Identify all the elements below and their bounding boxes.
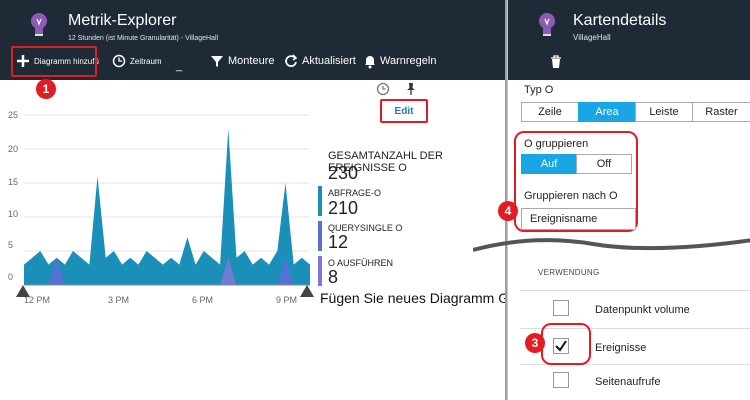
add-chart-note: Fügen Sie neues Diagramm G)	[320, 290, 514, 306]
time-range-button[interactable]: Zeitraum	[112, 50, 162, 72]
usage-item-label: Datenpunkt volume	[595, 304, 690, 316]
legend-swatch	[318, 256, 322, 286]
details-title: Kartendetails	[573, 12, 667, 29]
usage-item-label: Seitenaufrufe	[595, 376, 661, 388]
lightbulb-icon	[31, 13, 47, 36]
range-handle-right-icon[interactable]	[300, 285, 314, 297]
usage-row[interactable]: Seitenaufrufe	[520, 364, 750, 398]
filter-icon	[211, 56, 223, 67]
legend-swatch	[318, 186, 322, 216]
filter-button[interactable]: Monteure	[210, 50, 274, 72]
usage-item-label: Ereignisse	[595, 342, 647, 354]
usage-checkbox[interactable]	[553, 300, 569, 316]
callout-box-events	[541, 323, 591, 365]
legend-item-value: 12	[328, 232, 349, 252]
usage-section-label: VERWENDUNG	[538, 268, 600, 277]
legend-swatch	[318, 221, 322, 251]
type-option-grid[interactable]: Raster	[692, 102, 750, 122]
type-option-bar[interactable]: Leiste	[635, 102, 693, 122]
chart-type-label: Typ O	[524, 84, 554, 96]
x-tick-label: 3 PM	[108, 295, 130, 305]
alert-rules-button[interactable]: Warnregeln	[364, 50, 436, 72]
x-tick-label: 6 PM	[192, 295, 214, 305]
callout-badge-1: 1	[36, 79, 56, 99]
underscore-mark: _	[176, 60, 183, 72]
page-subtitle: 12 Stunden (ist Minute Granularität) - V…	[68, 35, 219, 42]
trash-icon[interactable]	[550, 55, 562, 69]
legend-total-value: 230	[328, 163, 359, 183]
type-option-area[interactable]: Area	[578, 102, 636, 122]
usage-checkbox[interactable]	[553, 372, 569, 388]
x-tick-label: 9 PM	[276, 295, 298, 305]
refresh-button[interactable]: Aktualisiert	[284, 50, 356, 72]
callout-box-add-chart	[11, 46, 97, 77]
bell-icon	[365, 56, 375, 69]
area-chart	[24, 114, 310, 286]
page-title: Metrik-Explorer	[68, 12, 177, 29]
group-by-select[interactable]: Ereignisname	[521, 208, 636, 230]
chart-details-blade: Kartendetails VillageHall Typ O Zeile Ar…	[473, 0, 750, 400]
x-tick-label: 12 PM	[24, 295, 51, 305]
content-break-wave	[473, 238, 750, 252]
legend-item-label: ABFRAGE-O	[328, 188, 382, 198]
refresh-icon	[285, 54, 298, 67]
grouping-off-toggle[interactable]: Off	[576, 154, 632, 174]
edit-button[interactable]: Edit	[380, 101, 428, 121]
clock-icon	[112, 54, 126, 68]
callout-badge-3: 3	[525, 333, 545, 353]
details-subtitle: VillageHall	[573, 33, 611, 42]
grouping-label: O gruppieren	[524, 138, 589, 150]
usage-row[interactable]: Datenpunkt volume	[520, 290, 750, 324]
type-option-line[interactable]: Zeile	[521, 102, 579, 122]
details-header: Kartendetails VillageHall	[508, 0, 750, 80]
history-icon[interactable]	[376, 82, 390, 96]
callout-badge-4: 4	[498, 201, 518, 221]
grouping-on-toggle[interactable]: Auf	[521, 154, 577, 174]
group-by-label: Gruppieren nach O	[524, 190, 618, 202]
lightbulb-icon	[539, 13, 555, 36]
legend-item-value: 8	[328, 267, 339, 287]
legend-item-value: 210	[328, 198, 359, 218]
metrics-explorer-blade: Metrik-Explorer 12 Stunden (ist Minute G…	[0, 0, 514, 400]
pin-icon[interactable]	[404, 82, 418, 96]
area-series-0	[24, 128, 310, 285]
